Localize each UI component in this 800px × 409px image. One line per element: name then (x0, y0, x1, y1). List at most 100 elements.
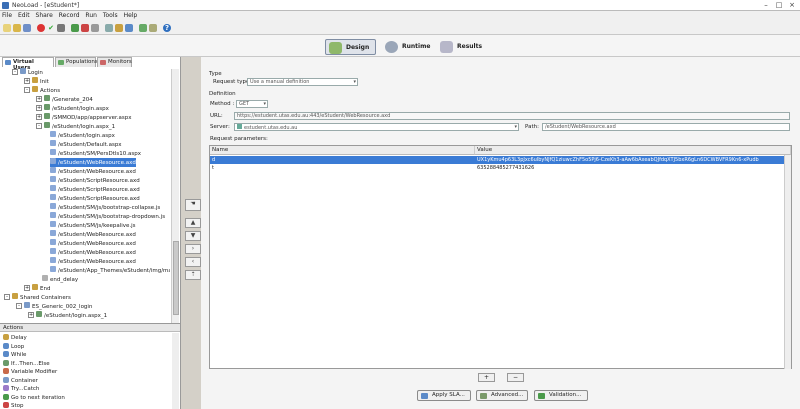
tree-node[interactable]: + End (24, 284, 50, 293)
minimize-button[interactable]: – (760, 1, 772, 9)
server-select[interactable]: estudent.utas.edu.au ▾ (234, 123, 519, 131)
check-icon[interactable]: ✔ (47, 24, 55, 32)
design-mode-button[interactable]: Design (325, 39, 377, 55)
tree-node[interactable]: - Login (12, 68, 43, 77)
menu-edit[interactable]: Edit (16, 11, 32, 20)
url-field[interactable]: https://estudent.utas.edu.au:443/eStuden… (234, 112, 790, 120)
stop-icon[interactable] (81, 24, 89, 32)
remove-parameter-button[interactable]: − (507, 373, 524, 382)
export-icon[interactable] (149, 24, 157, 32)
move-top-button[interactable]: ⇡ (185, 270, 201, 280)
action-item[interactable]: Try...Catch (3, 385, 39, 393)
tree-node[interactable]: /eStudent/ScriptResource.axd (50, 176, 140, 185)
tree-node[interactable]: /eStudent/App_Themes/eStudent/img/master… (50, 266, 170, 275)
tree-node[interactable]: - Shared Containers (4, 293, 71, 302)
add-parameter-button[interactable]: + (478, 373, 495, 382)
tree-node[interactable]: - ES_Generic_002_login (16, 302, 92, 311)
tree-node[interactable]: + /Generate_204 (36, 95, 93, 104)
virtual-user-tree[interactable]: - Login + Init - Actions + /Generate_204 + /eStud… (2, 68, 170, 323)
tree-node[interactable]: /eStudent/ScriptResource.axd (50, 185, 140, 194)
collapse-icon[interactable]: - (12, 69, 18, 75)
tree-node[interactable]: /eStudent/SM/PersDtls10.aspx (50, 149, 141, 158)
menu-share[interactable]: Share (34, 11, 55, 20)
tools-icon[interactable] (57, 24, 65, 32)
action-item[interactable]: Variable Modifier (3, 368, 57, 376)
expand-icon[interactable]: + (36, 105, 42, 111)
tree-node[interactable]: /eStudent/ScriptResource.axd (50, 194, 140, 203)
action-item[interactable]: Delay (3, 334, 27, 342)
collapse-icon[interactable]: - (24, 87, 30, 93)
tab-monitors[interactable]: Monitors (97, 57, 132, 67)
tree-node[interactable]: /eStudent/WebResource.axd (50, 230, 136, 239)
column-header-name[interactable]: Name (210, 146, 475, 155)
tree-node[interactable]: /eStudent/Default.aspx (50, 140, 122, 149)
pause-icon[interactable] (91, 24, 99, 32)
expand-icon[interactable]: + (36, 96, 42, 102)
menu-run[interactable]: Run (83, 11, 99, 20)
table-row[interactable]: d UX1yKmu4p63L3pJxc6ulbyNJfQ1ziuwcZhF5o5… (210, 156, 791, 164)
tree-node[interactable]: /eStudent/SM/js/bootstrap-dropdown.js (50, 212, 165, 221)
menu-help[interactable]: Help (122, 11, 140, 20)
tree-node[interactable]: /eStudent/SM/js/bootstrap-collapse.js (50, 203, 160, 212)
tree-node[interactable]: + /eStudent/login.aspx_1 (28, 311, 107, 320)
help-icon[interactable]: ? (163, 24, 171, 32)
tree-node[interactable]: /eStudent/login.aspx (50, 131, 115, 140)
tree-node[interactable]: /eStudent/WebResource.axd (50, 239, 136, 248)
tree-node[interactable]: /eStudent/WebResource.axd (50, 248, 136, 257)
tree-node[interactable]: - /eStudent/login.aspx_1 (36, 122, 115, 131)
save-icon[interactable] (23, 24, 31, 32)
tree-node[interactable]: /eStudent/WebResource.axd (50, 158, 136, 167)
tree-node[interactable]: - Actions (24, 86, 60, 95)
expand-icon[interactable]: + (24, 285, 30, 291)
action-item[interactable]: If...Then...Else (3, 359, 50, 368)
results-mode-button[interactable]: Results (437, 39, 488, 55)
collapse-icon[interactable]: - (36, 123, 42, 129)
move-down-button[interactable]: ▼ (185, 231, 201, 241)
indent-left-button[interactable]: ‹ (185, 257, 201, 267)
collapse-icon[interactable]: - (16, 303, 22, 309)
menu-record[interactable]: Record (57, 11, 82, 20)
open-project-icon[interactable] (13, 24, 21, 32)
action-item[interactable]: Go to next iteration (3, 393, 65, 402)
tree-scrollbar[interactable] (171, 69, 179, 323)
column-header-value[interactable]: Value (475, 146, 791, 155)
tree-node[interactable]: /eStudent/WebResource.axd (50, 257, 136, 266)
move-up-button[interactable]: ▲ (185, 218, 201, 228)
expand-icon[interactable]: + (28, 312, 34, 318)
collapse-icon[interactable]: - (4, 294, 10, 300)
indent-right-button[interactable]: › (185, 244, 201, 254)
new-project-icon[interactable] (3, 24, 11, 32)
parameters-scrollbar[interactable] (784, 155, 791, 369)
tree-node[interactable]: /eStudent/WebResource.axd (50, 167, 136, 176)
play-icon[interactable] (71, 24, 79, 32)
preferences-icon[interactable] (125, 24, 133, 32)
runtime-mode-button[interactable]: Runtime (382, 39, 436, 55)
validation-button[interactable]: Validation... (534, 390, 588, 401)
tree-node[interactable]: + /SMMOD/app/appserver.aspx (36, 113, 131, 122)
tree-node[interactable]: end_delay (42, 275, 78, 284)
tree-node[interactable]: /eStudent/SM/js/keepalive.js (50, 221, 136, 230)
maximize-button[interactable]: □ (773, 1, 785, 9)
cloud-icon[interactable] (139, 24, 147, 32)
action-item[interactable]: Loop (3, 342, 24, 351)
record-icon[interactable] (37, 24, 45, 32)
menu-tools[interactable]: Tools (101, 11, 120, 20)
method-select[interactable]: GET ▾ (236, 100, 268, 108)
request-type-select[interactable]: Use a manual definition ▾ (247, 78, 358, 86)
monitor-icon[interactable] (105, 24, 113, 32)
actions-scrollbar[interactable] (172, 333, 179, 409)
tree-scroll-thumb[interactable] (173, 241, 179, 315)
table-row[interactable]: t 635288485277431626 (210, 164, 791, 172)
advanced-button[interactable]: Advanced... (476, 390, 528, 401)
tree-node[interactable]: + Init (24, 77, 49, 86)
tree-node[interactable]: + /eStudent/login.aspx (36, 104, 109, 113)
action-item[interactable]: While (3, 351, 26, 359)
tab-populations[interactable]: Populations (55, 57, 98, 67)
report-icon[interactable] (115, 24, 123, 32)
hand-icon[interactable]: ☚ (185, 199, 201, 211)
path-field[interactable]: /eStudent/WebResource.axd (542, 123, 790, 131)
apply-sla-button[interactable]: Apply SLA... (417, 390, 471, 401)
menu-file[interactable]: File (0, 11, 14, 20)
action-item[interactable]: Stop (3, 402, 24, 409)
expand-icon[interactable]: + (24, 78, 30, 84)
